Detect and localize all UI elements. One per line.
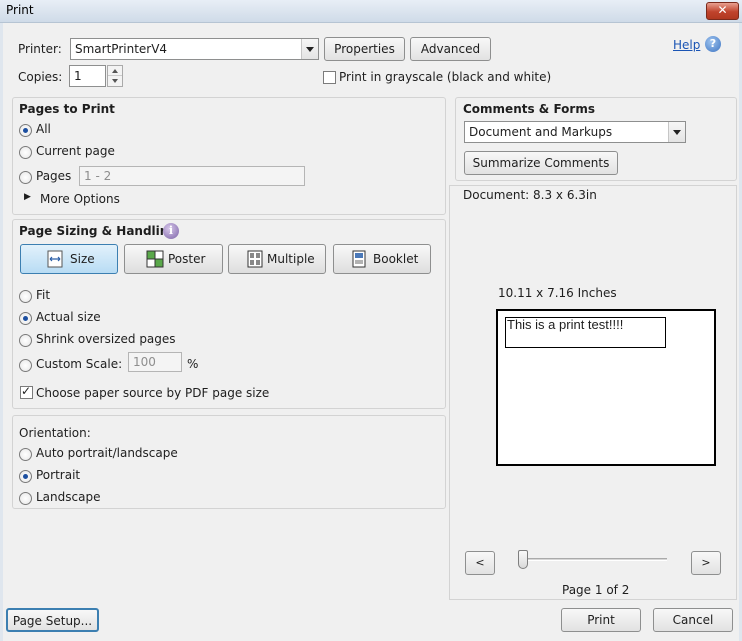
- copies-value: 1: [74, 69, 82, 83]
- radio-all-label: All: [36, 122, 51, 136]
- size-icon: [47, 250, 63, 268]
- copies-stepper[interactable]: [107, 65, 123, 87]
- advanced-button[interactable]: Advanced: [410, 37, 491, 61]
- radio-portrait-label: Portrait: [36, 468, 81, 482]
- booklet-mode-label: Booklet: [373, 252, 419, 266]
- comments-forms-select[interactable]: Document and Markups: [464, 121, 686, 143]
- radio-all[interactable]: [19, 124, 32, 137]
- chevron-right-icon: >: [701, 556, 711, 569]
- multiple-pages-icon: [247, 250, 263, 268]
- document-size: Document: 8.3 x 6.3in: [463, 188, 597, 202]
- comments-forms-title: Comments & Forms: [463, 102, 595, 116]
- radio-current-page-label: Current page: [36, 144, 115, 158]
- radio-custom-scale-label: Custom Scale:: [36, 357, 123, 371]
- chevron-up-icon[interactable]: [108, 66, 122, 76]
- page-preview: This is a print test!!!!: [496, 309, 716, 466]
- page-indicator: Page 1 of 2: [562, 583, 630, 597]
- poster-mode-button[interactable]: Poster: [124, 244, 223, 274]
- preview-textbox: This is a print test!!!!: [505, 317, 666, 348]
- help-link[interactable]: Help: [673, 38, 700, 52]
- properties-button[interactable]: Properties: [324, 37, 405, 61]
- summarize-comments-button[interactable]: Summarize Comments: [464, 151, 618, 175]
- print-button[interactable]: Print: [561, 608, 641, 632]
- comments-forms-section: Comments & Forms Document and Markups Su…: [455, 97, 737, 181]
- paper-size: 10.11 x 7.16 Inches: [498, 286, 617, 300]
- pages-to-print-section: Pages to Print All Current page Pages 1 …: [12, 97, 446, 215]
- print-dialog: Print ✕ Printer: SmartPrinterV4 Properti…: [0, 0, 742, 641]
- poster-mode-label: Poster: [168, 252, 206, 266]
- paper-source-label: Choose paper source by PDF page size: [36, 386, 270, 400]
- orientation-section: Orientation: Auto portrait/landscape Por…: [12, 415, 446, 509]
- dialog-body: Printer: SmartPrinterV4 Properties Advan…: [3, 23, 739, 641]
- radio-pages[interactable]: [19, 171, 32, 184]
- radio-fit[interactable]: [19, 290, 32, 303]
- help-icon[interactable]: ?: [705, 36, 721, 52]
- multiple-mode-button[interactable]: Multiple: [228, 244, 326, 274]
- radio-actual-size-label: Actual size: [36, 310, 101, 324]
- close-icon: ✕: [717, 3, 728, 17]
- info-icon[interactable]: i: [163, 223, 179, 239]
- chevron-down-icon: [668, 122, 685, 142]
- booklet-icon: [352, 250, 366, 268]
- radio-auto-orientation-label: Auto portrait/landscape: [36, 446, 178, 460]
- radio-auto-orientation[interactable]: [19, 448, 32, 461]
- printer-select[interactable]: SmartPrinterV4: [70, 38, 319, 60]
- radio-portrait[interactable]: [19, 470, 32, 483]
- zoom-slider-track[interactable]: [521, 558, 667, 561]
- page-sizing-title: Page Sizing & Handling: [19, 224, 177, 238]
- orientation-title: Orientation:: [19, 426, 91, 440]
- paper-source-checkbox[interactable]: [20, 384, 33, 399]
- copies-input[interactable]: 1: [69, 65, 106, 87]
- radio-shrink-label: Shrink oversized pages: [36, 332, 176, 346]
- cancel-button[interactable]: Cancel: [653, 608, 733, 632]
- window-title: Print: [6, 3, 34, 17]
- pages-to-print-title: Pages to Print: [19, 102, 115, 116]
- percent-label: %: [187, 357, 199, 371]
- chevron-left-icon: <: [475, 556, 485, 569]
- grayscale-label: Print in grayscale (black and white): [339, 70, 552, 84]
- pages-range-placeholder: 1 - 2: [84, 169, 112, 183]
- radio-landscape-label: Landscape: [36, 490, 101, 504]
- printer-label: Printer:: [18, 42, 62, 56]
- custom-scale-value: 100: [133, 355, 156, 369]
- booklet-mode-button[interactable]: Booklet: [333, 244, 431, 274]
- comments-forms-value: Document and Markups: [469, 125, 613, 139]
- poster-icon: [146, 250, 164, 268]
- radio-landscape[interactable]: [19, 492, 32, 505]
- copies-label: Copies:: [18, 70, 63, 84]
- radio-pages-label: Pages: [36, 169, 72, 183]
- radio-actual-size[interactable]: [19, 312, 32, 325]
- chevron-down-icon[interactable]: [108, 76, 122, 86]
- title-bar[interactable]: Print ✕: [0, 0, 742, 23]
- zoom-slider-thumb[interactable]: [518, 550, 528, 569]
- next-page-button[interactable]: >: [691, 551, 721, 575]
- page-sizing-section: Page Sizing & Handling i Size Poster Mul…: [12, 219, 446, 409]
- custom-scale-input[interactable]: 100: [128, 352, 182, 372]
- size-mode-button[interactable]: Size: [20, 244, 118, 274]
- radio-current-page[interactable]: [19, 146, 32, 159]
- prev-page-button[interactable]: <: [465, 551, 495, 575]
- multiple-mode-label: Multiple: [267, 252, 315, 266]
- pages-range-input[interactable]: 1 - 2: [79, 166, 305, 186]
- grayscale-checkbox[interactable]: [323, 71, 336, 84]
- radio-shrink[interactable]: [19, 334, 32, 347]
- size-mode-label: Size: [70, 252, 95, 266]
- more-options-toggle[interactable]: More Options: [40, 192, 120, 206]
- chevron-down-icon: [301, 39, 318, 59]
- printer-select-value: SmartPrinterV4: [75, 42, 168, 56]
- radio-custom-scale[interactable]: [19, 359, 32, 372]
- page-setup-button[interactable]: Page Setup...: [6, 608, 99, 632]
- close-button[interactable]: ✕: [706, 2, 739, 20]
- preview-pane: Document: 8.3 x 6.3in 10.11 x 7.16 Inche…: [449, 185, 737, 600]
- triangle-right-icon[interactable]: ▶: [24, 192, 31, 202]
- radio-fit-label: Fit: [36, 288, 51, 302]
